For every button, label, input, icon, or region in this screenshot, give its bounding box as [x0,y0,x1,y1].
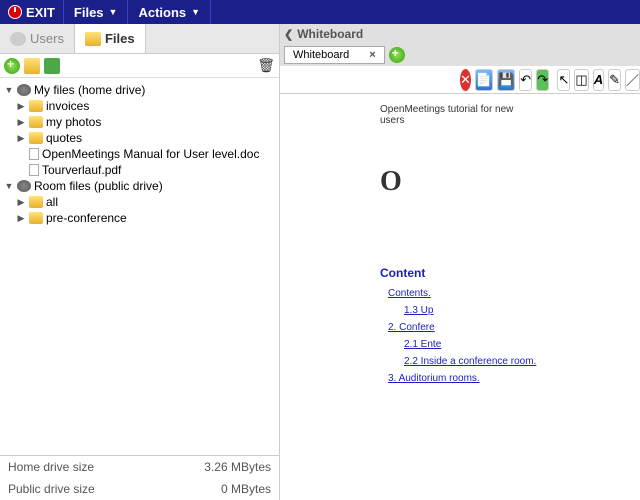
home-size-value: 3.26 MBytes [204,460,271,474]
home-size-label: Home drive size [8,460,94,474]
tab-users[interactable]: Users [0,24,75,53]
tree-home-drive[interactable]: ▼ My files (home drive) [0,82,279,98]
select-tool-icon[interactable]: ◫ [574,69,588,91]
whiteboard-panel: ❮ Whiteboard Whiteboard × ✕ 📄 💾 ↶ ↷ ↖ ◫ … [280,24,640,500]
doc-link[interactable]: 1.3 Up [404,305,540,316]
text-tool-icon[interactable]: A [593,69,604,91]
doc-heading-contents: Content [380,266,540,280]
tree-folder-preconf[interactable]: ▶pre-conference [0,210,279,226]
pointer-tool-icon[interactable]: ↖ [557,69,570,91]
folder-icon [29,212,43,224]
refresh-button[interactable] [44,58,60,74]
tree-file-tour[interactable]: Tourverlauf.pdf [0,162,279,178]
drive-sizes: Home drive size 3.26 MBytes Public drive … [0,455,279,500]
exit-button[interactable]: EXIT [0,0,64,24]
tree-room-drive[interactable]: ▼ Room files (public drive) [0,178,279,194]
files-toolbar: 🗑 [0,54,279,78]
doc-link[interactable]: Contents. [388,288,540,299]
file-icon [29,148,39,160]
public-size-value: 0 MBytes [221,482,271,496]
power-icon [8,5,22,19]
top-menu-bar: EXIT Files▼ Actions▼ [0,0,640,24]
redo-tool-icon[interactable]: ↷ [536,69,549,91]
users-icon [10,32,26,46]
collapse-icon: ▼ [4,181,14,191]
tree-folder-invoices[interactable]: ▶invoices [0,98,279,114]
doc-tool-icon[interactable]: 📄 [475,69,493,91]
save-tool-icon[interactable]: 💾 [497,69,515,91]
chevron-down-icon: ▼ [109,7,118,17]
document-area: OpenMeetings tutorial for new users O Co… [280,94,640,400]
tree-file-manual[interactable]: OpenMeetings Manual for User level.doc [0,146,279,162]
files-menu[interactable]: Files▼ [64,0,129,24]
line-tool-icon[interactable]: ／ [625,69,640,91]
delete-tool-icon[interactable]: ✕ [460,69,471,91]
doc-caption: OpenMeetings tutorial for new users [380,104,540,126]
doc-link[interactable]: 3. Auditorium rooms. [388,373,540,384]
undo-tool-icon[interactable]: ↶ [519,69,532,91]
file-icon [29,164,39,176]
close-icon[interactable]: × [369,49,375,61]
whiteboard-tab[interactable]: Whiteboard × [284,46,385,64]
left-panel: Users Files 🗑 ▼ My files (home drive) ▶i… [0,24,280,500]
chevron-down-icon: ▼ [191,7,200,17]
tree-folder-quotes[interactable]: ▶quotes [0,130,279,146]
chevron-left-icon: ❮ [284,28,293,41]
doc-link[interactable]: 2. Confere [388,322,540,333]
add-whiteboard-button[interactable] [389,47,405,63]
folder-icon [29,116,43,128]
tab-files[interactable]: Files [75,24,146,53]
tree-folder-photos[interactable]: ▶my photos [0,114,279,130]
doc-link[interactable]: 2.1 Ente [404,339,540,350]
exit-label: EXIT [26,5,55,20]
whiteboard-toolbar: ✕ 📄 💾 ↶ ↷ ↖ ◫ A ✎ ／ [280,66,640,94]
folder-icon [29,196,43,208]
folder-icon [29,100,43,112]
folder-icon [85,32,101,46]
public-size-label: Public drive size [8,482,95,496]
doc-title: O [380,166,540,198]
file-tree: ▼ My files (home drive) ▶invoices ▶my ph… [0,78,279,455]
collapse-icon: ▼ [4,85,14,95]
trash-icon[interactable]: 🗑 [257,57,275,74]
add-button[interactable] [4,58,20,74]
whiteboard-header[interactable]: ❮ Whiteboard [280,24,640,44]
pencil-tool-icon[interactable]: ✎ [608,69,621,91]
actions-menu[interactable]: Actions▼ [128,0,211,24]
doc-link[interactable]: 2.2 Inside a conference room. [404,356,540,367]
drive-icon [17,84,31,96]
tree-folder-all[interactable]: ▶all [0,194,279,210]
folder-icon [29,132,43,144]
drive-icon [17,180,31,192]
new-folder-button[interactable] [24,58,40,74]
